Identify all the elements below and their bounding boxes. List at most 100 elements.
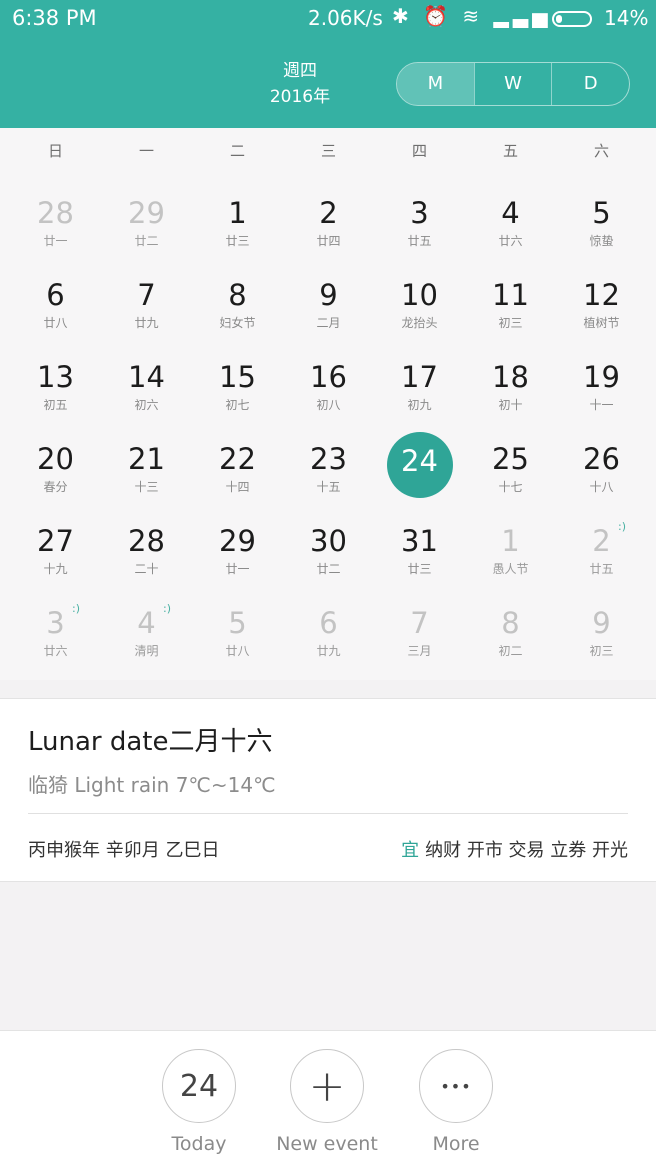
calendar-day[interactable]: 21 十三 xyxy=(101,424,192,506)
calendar-day[interactable]: 2 廿五:) xyxy=(556,506,647,588)
calendar-day[interactable]: 22 十四 xyxy=(192,424,283,506)
day-number: 2 xyxy=(592,524,611,558)
calendar-day[interactable]: 9 二月 xyxy=(283,260,374,342)
calendar-day[interactable]: 2 廿四 xyxy=(283,178,374,260)
new-event-button[interactable]: + New event xyxy=(272,1049,382,1155)
calendar-day[interactable]: 23 十五 xyxy=(283,424,374,506)
day-number: 9 xyxy=(592,606,611,640)
calendar-day[interactable]: 15 初七 xyxy=(192,342,283,424)
more-label: More xyxy=(432,1133,480,1155)
day-number: 19 xyxy=(583,360,620,394)
lunar-day-label: 二月 xyxy=(316,316,341,330)
day-number: 8 xyxy=(228,278,247,312)
calendar-week-row: 3 廿六:) 4 清明:) 5 廿八 6 廿九 7 三月 8 初二 9 初三 xyxy=(10,588,647,670)
new-event-label: New event xyxy=(276,1133,378,1155)
day-number: 3 xyxy=(46,606,65,640)
calendar-day[interactable]: 14 初六 xyxy=(101,342,192,424)
day-number: 1 xyxy=(228,196,247,230)
calendar-day[interactable]: 13 初五 xyxy=(10,342,101,424)
calendar-day[interactable]: 5 廿八 xyxy=(192,588,283,670)
lunar-date-title: Lunar date二月十六 xyxy=(28,727,273,757)
lunar-day-label: 初十 xyxy=(498,398,523,412)
weather-indicator-icon: :) xyxy=(618,520,626,533)
calendar-day[interactable]: 28 廿一 xyxy=(10,178,101,260)
calendar-day[interactable]: 27 十九 xyxy=(10,506,101,588)
calendar-day[interactable]: 7 三月 xyxy=(374,588,465,670)
calendar-day[interactable]: 8 初二 xyxy=(465,588,556,670)
lunar-day-label: 廿三 xyxy=(407,562,432,576)
day-number: 4 xyxy=(137,606,156,640)
calendar-day[interactable]: 26 十八 xyxy=(556,424,647,506)
calendar-day[interactable]: 29 廿二 xyxy=(101,178,192,260)
weekday-fri: 五 xyxy=(502,142,518,160)
calendar-day[interactable]: 19 十一 xyxy=(556,342,647,424)
calendar-day[interactable]: 1 廿三 xyxy=(192,178,283,260)
weekday-wed: 三 xyxy=(320,142,336,160)
calendar-day[interactable]: 4 廿六 xyxy=(465,178,556,260)
calendar-day[interactable]: 30 廿二 xyxy=(283,506,374,588)
weekday-sun: 日 xyxy=(47,142,63,160)
day-number: 3 xyxy=(410,196,429,230)
calendar-day[interactable]: 7 廿九 xyxy=(101,260,192,342)
calendar-day[interactable]: 10 龙抬头 xyxy=(374,260,465,342)
day-number: 4 xyxy=(501,196,520,230)
today-icon: 24 xyxy=(162,1049,236,1123)
day-number: 15 xyxy=(219,360,256,394)
calendar-day[interactable]: 1 愚人节 xyxy=(465,506,556,588)
week-view-button[interactable]: W xyxy=(473,63,552,105)
calendar-day[interactable]: 17 初九 xyxy=(374,342,465,424)
lunar-day-label: 十八 xyxy=(589,480,614,494)
status-time: 6:38 PM xyxy=(12,6,97,30)
calendar-day[interactable]: 29 廿一 xyxy=(192,506,283,588)
calendar-day[interactable]: 12 植树节 xyxy=(556,260,647,342)
ganzhi-date: 丙申猴年 辛卯月 乙巳日 xyxy=(28,840,220,861)
month-view-button[interactable]: M xyxy=(397,63,474,105)
calendar-day[interactable]: 18 初十 xyxy=(465,342,556,424)
calendar-day[interactable]: 28 二十 xyxy=(101,506,192,588)
calendar-day[interactable]: 3 廿五 xyxy=(374,178,465,260)
lunar-day-label: 初五 xyxy=(43,398,68,412)
app-header: 6:38 PM 2.06K/s ✱ ⏰ ≋ ▂▃▅ 14% 週四 2016年 M… xyxy=(0,0,656,128)
weekday-label: 週四 xyxy=(283,61,317,81)
day-info-panel[interactable]: Lunar date二月十六 临猗 Light rain 7℃~14℃ 丙申猴年… xyxy=(0,698,656,882)
lunar-day-label: 十九 xyxy=(43,562,68,576)
more-button[interactable]: ••• More xyxy=(401,1049,511,1155)
lunar-day-label: 初六 xyxy=(134,398,159,412)
day-number: 10 xyxy=(401,278,438,312)
more-icon: ••• xyxy=(419,1049,493,1123)
lunar-day-label: 廿六 xyxy=(43,644,68,658)
day-number: 16 xyxy=(310,360,347,394)
calendar-day[interactable]: 5 惊蛰 xyxy=(556,178,647,260)
day-number: 23 xyxy=(310,442,347,476)
day-number: 27 xyxy=(37,524,74,558)
day-view-button[interactable]: D xyxy=(551,63,629,105)
calendar-day[interactable]: 4 清明:) xyxy=(101,588,192,670)
day-number: 6 xyxy=(319,606,338,640)
bottom-action-bar: 24 Today + New event ••• More xyxy=(0,1030,656,1166)
calendar-day[interactable]: 8 妇女节 xyxy=(192,260,283,342)
day-number: 7 xyxy=(410,606,429,640)
calendar-day[interactable]: 11 初三 xyxy=(465,260,556,342)
calendar-week-row: 13 初五 14 初六 15 初七 16 初八 17 初九 18 初十 19 十一 xyxy=(10,342,647,424)
calendar-day-today[interactable]: 24 xyxy=(374,424,465,506)
calendar-day[interactable]: 3 廿六:) xyxy=(10,588,101,670)
day-number: 28 xyxy=(128,524,165,558)
calendar-day[interactable]: 6 廿九 xyxy=(283,588,374,670)
calendar-day[interactable]: 6 廿八 xyxy=(10,260,101,342)
lunar-day-label: 春分 xyxy=(43,480,68,494)
day-number: 12 xyxy=(583,278,620,312)
battery-percent: 14% xyxy=(604,6,649,30)
calendar-day[interactable]: 31 廿三 xyxy=(374,506,465,588)
day-number: 20 xyxy=(37,442,74,476)
weekday-tue: 二 xyxy=(229,142,245,160)
calendar-day[interactable]: 20 春分 xyxy=(10,424,101,506)
lunar-day-label: 廿五 xyxy=(589,562,614,576)
calendar-day[interactable]: 16 初八 xyxy=(283,342,374,424)
status-bar: 6:38 PM 2.06K/s ✱ ⏰ ≋ ▂▃▅ 14% xyxy=(0,0,656,36)
lunar-day-label: 十五 xyxy=(316,480,341,494)
calendar-day[interactable]: 25 十七 xyxy=(465,424,556,506)
date-title[interactable]: 週四 2016年 xyxy=(250,58,350,110)
calendar-day[interactable]: 9 初三 xyxy=(556,588,647,670)
today-button[interactable]: 24 Today xyxy=(144,1049,254,1155)
calendar-week-row: 6 廿八 7 廿九 8 妇女节 9 二月 10 龙抬头 11 初三 12 植树节 xyxy=(10,260,647,342)
